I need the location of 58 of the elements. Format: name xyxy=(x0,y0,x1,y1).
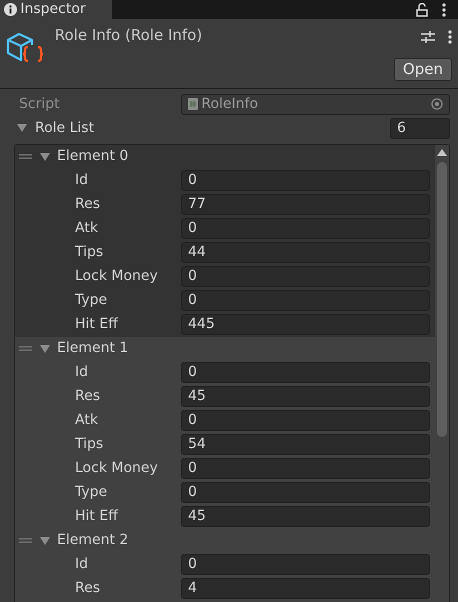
number-field[interactable]: 0 xyxy=(181,290,430,312)
field-label: Hit Eff xyxy=(74,507,120,526)
field-label: Tips xyxy=(74,243,104,262)
number-field[interactable]: 0 xyxy=(181,410,430,432)
number-field[interactable]: 0 xyxy=(181,218,430,240)
number-field[interactable]: 54 xyxy=(181,434,430,456)
drag-handle-icon[interactable] xyxy=(19,154,32,160)
sliders-icon[interactable] xyxy=(420,31,434,43)
scroll-up-icon[interactable] xyxy=(437,148,447,156)
number-field[interactable]: 0 xyxy=(181,458,430,480)
field-label: Type xyxy=(74,483,108,502)
element-label[interactable]: Element 0 xyxy=(50,146,128,168)
info-icon xyxy=(4,3,17,16)
field-label: Res xyxy=(74,579,102,598)
field-label: Id xyxy=(74,363,90,382)
element-label[interactable]: Element 2 xyxy=(50,530,128,552)
open-button[interactable]: Open xyxy=(394,58,452,80)
expand-arrow-icon[interactable] xyxy=(17,123,27,134)
field-label: Lock Money xyxy=(74,267,159,286)
field-label: Atk xyxy=(74,219,99,238)
size-field[interactable]: 6 xyxy=(390,118,450,139)
number-field[interactable]: 44 xyxy=(181,242,430,264)
number-field[interactable]: 4 xyxy=(181,578,430,600)
field-label: Tips xyxy=(74,435,104,454)
number-field[interactable]: 45 xyxy=(181,506,430,528)
field-label: Id xyxy=(74,171,90,190)
field-label: Res xyxy=(74,387,102,406)
number-field[interactable]: 0 xyxy=(181,554,430,576)
object-title: Role Info (Role Info) xyxy=(54,25,204,46)
script-field[interactable]: RoleInfo xyxy=(181,94,450,115)
script-label: Script xyxy=(19,94,61,114)
number-field[interactable]: 45 xyxy=(181,386,430,408)
lock-icon[interactable] xyxy=(416,2,428,16)
number-field[interactable]: 77 xyxy=(181,194,430,216)
expand-arrow-icon[interactable] xyxy=(40,152,50,162)
expand-arrow-icon[interactable] xyxy=(40,536,50,546)
script-icon xyxy=(188,98,198,110)
field-label: Res xyxy=(74,195,102,214)
number-field[interactable]: 0 xyxy=(181,362,430,384)
number-field[interactable]: 0 xyxy=(181,170,430,192)
element-label[interactable]: Element 1 xyxy=(50,338,128,360)
more-icon[interactable] xyxy=(442,2,446,16)
number-field[interactable]: 0 xyxy=(181,266,430,288)
drag-handle-icon[interactable] xyxy=(19,538,32,544)
inspector-tab[interactable]: Inspector xyxy=(0,0,112,19)
expand-arrow-icon[interactable] xyxy=(40,344,50,354)
more-icon[interactable] xyxy=(448,30,452,44)
field-label: Lock Money xyxy=(74,459,159,478)
number-field[interactable]: 445 xyxy=(181,314,430,336)
field-label: Id xyxy=(74,555,90,574)
target-icon[interactable] xyxy=(431,98,443,110)
field-label: Atk xyxy=(74,411,99,430)
tab-label: Inspector xyxy=(20,0,86,19)
number-field[interactable]: 0 xyxy=(181,482,430,504)
drag-handle-icon[interactable] xyxy=(19,346,32,352)
field-label: Type xyxy=(74,291,108,310)
field-label: Hit Eff xyxy=(74,315,120,334)
list-label: Role List xyxy=(34,118,96,138)
